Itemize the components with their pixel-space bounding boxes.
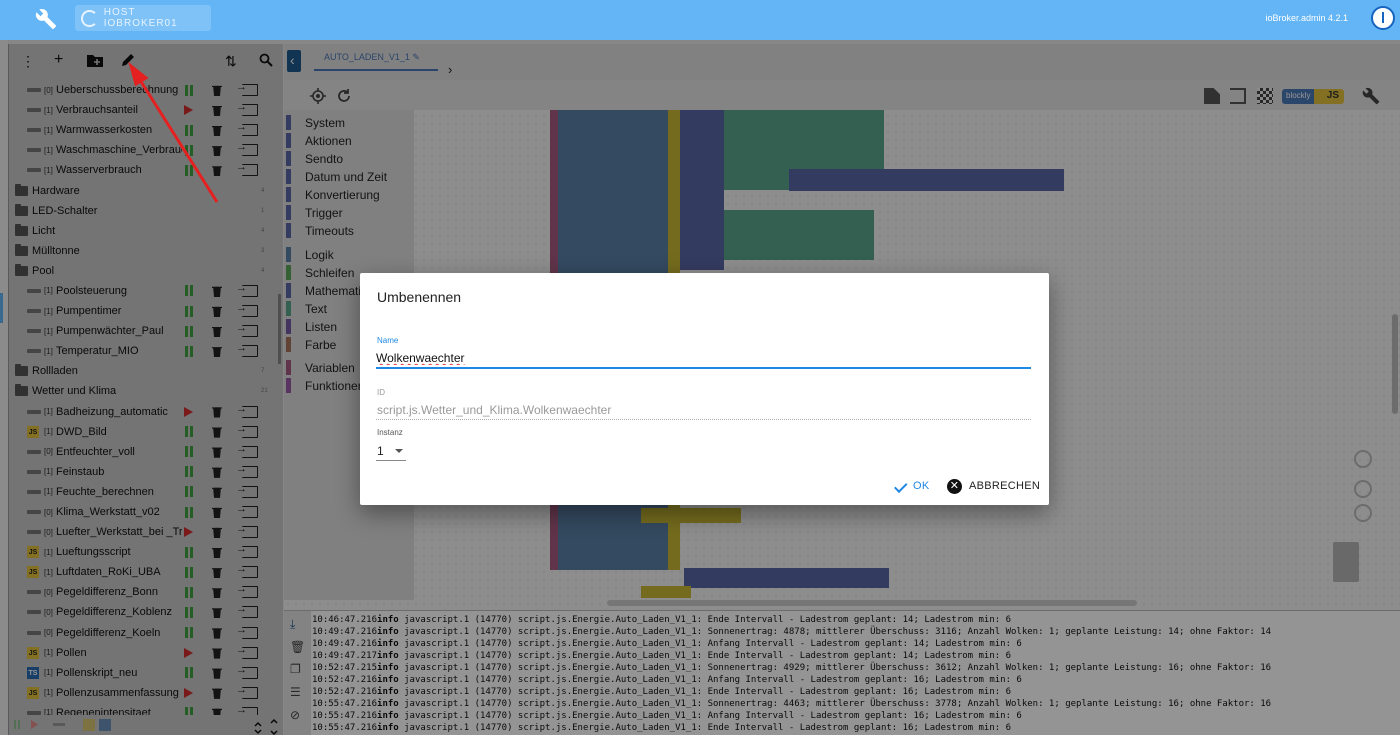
dialog-title: Umbenennen xyxy=(377,289,462,305)
check-icon xyxy=(891,481,905,491)
top-app-bar: HOST IOBROKER01 ioBroker.admin 4.2.1 xyxy=(0,0,1400,40)
name-input[interactable] xyxy=(376,349,1031,369)
admin-version: ioBroker.admin 4.2.1 xyxy=(1265,13,1348,23)
instance-select[interactable]: 1 xyxy=(376,441,406,461)
id-value: script.js.Wetter_und_Klima.Wolkenwaechte… xyxy=(377,403,612,417)
cancel-x-icon: ✕ xyxy=(947,478,962,494)
power-icon[interactable] xyxy=(1371,6,1395,30)
id-label: ID xyxy=(377,388,385,397)
instance-value: 1 xyxy=(377,443,384,458)
wrench-icon[interactable] xyxy=(35,8,57,30)
ok-label: OK xyxy=(913,480,930,492)
name-label: Name xyxy=(377,336,399,345)
host-label: HOST IOBROKER01 xyxy=(103,7,178,29)
loading-ring-icon xyxy=(81,9,98,27)
ok-button[interactable]: OK xyxy=(891,477,930,495)
dropdown-caret-icon xyxy=(395,449,403,453)
rename-dialog: Umbenennen Name ID script.js.Wetter_und_… xyxy=(360,273,1049,505)
id-underline xyxy=(376,419,1031,420)
host-selector[interactable]: HOST IOBROKER01 xyxy=(75,5,211,31)
instance-label: Instanz xyxy=(377,428,403,437)
cancel-label: ABBRECHEN xyxy=(969,480,1041,492)
cancel-button[interactable]: ✕ ABBRECHEN xyxy=(947,477,1040,495)
